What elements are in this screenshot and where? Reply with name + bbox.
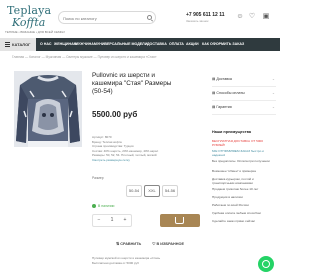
advantage-item: Удобная оплата любым способом <box>212 211 261 215</box>
divider <box>212 114 276 115</box>
menu-icon <box>5 42 10 47</box>
sidebar-row-delivery[interactable]: ▤ Доставка ⌄ <box>212 77 275 81</box>
stock-dot-icon <box>92 204 96 209</box>
size-table-link[interactable]: Смотреть размерную сетку <box>92 158 178 163</box>
nav-item-universal[interactable]: УНИВЕРСАЛЬНЫЕ МОДЕЛИ <box>97 38 147 51</box>
user-icon[interactable]: ☺ <box>236 13 244 21</box>
sweater-illustration <box>14 71 82 147</box>
product-price: 5500.00 руб <box>92 110 138 119</box>
sidebar-row-label: Способы оплаты <box>216 91 245 95</box>
advantages-title: Наши преимущества <box>212 130 251 134</box>
advantage-item: Работаем по всей России <box>212 203 249 207</box>
advantage-item: Без предоплаты. Оплата при получении <box>212 159 270 163</box>
nav-item-delivery[interactable]: ДОСТАВКА <box>147 38 167 51</box>
sidebar-row-guarantee[interactable]: ▤ Гарантия ⌄ <box>212 105 275 109</box>
advantage-item: Сделайте заказ прямо сейчас <box>212 219 256 223</box>
advantage-item: Продукция в наличии <box>212 195 243 199</box>
header-phone[interactable]: +7 905 611 12 11 <box>186 12 225 18</box>
stock-status: В наличии <box>92 204 115 209</box>
product-image[interactable] <box>14 71 82 147</box>
size-option[interactable]: 54-56 <box>162 185 178 197</box>
nav-item-payment[interactable]: ОПЛАТА <box>169 38 184 51</box>
compare-button[interactable]: ⇅ СРАВНИТЬ <box>116 241 141 246</box>
heart-icon[interactable]: ♡ <box>248 13 256 21</box>
nav-item-men[interactable]: МУЖЧИНАМ <box>75 38 97 51</box>
qty-plus-button[interactable]: + <box>119 215 131 226</box>
cart-icon[interactable]: ▣ <box>262 13 270 21</box>
sidebar-row-label: Доставка <box>216 77 232 81</box>
description-sub: Бесплатная доставка от 5000 руб <box>92 260 139 265</box>
main-nav: КАТАЛОГ О НАС ЖЕНЩИНАМ МУЖЧИНАМ УНИВЕРСА… <box>0 38 280 51</box>
product-properties: Артикул: 8070 Бренд: Теплая кофта Страна… <box>92 135 178 163</box>
search-icon[interactable] <box>147 15 152 20</box>
logo-text-line2: Koffta <box>12 16 46 29</box>
advantage-item[interactable]: МЫ ОТПРАВЛЯЕМ ЗАКАЗ быстро и надежно! <box>212 149 276 158</box>
qty-value[interactable]: 1 <box>106 215 118 226</box>
size-option[interactable]: 50-54 <box>126 185 142 197</box>
compare-label: СРАВНИТЬ <box>120 242 142 246</box>
favorite-button[interactable]: ♡ В ИЗБРАННОЕ <box>152 241 184 246</box>
quantity-stepper: − 1 + <box>92 214 132 227</box>
nav-item-sales[interactable]: АКЦИИ <box>186 38 199 51</box>
size-option-selected[interactable]: XXL <box>144 185 160 197</box>
divider <box>212 86 276 87</box>
search-box <box>58 11 156 24</box>
nav-item-about[interactable]: О НАС <box>40 38 52 51</box>
advantage-item: БЕСПЛАТНАЯ ДОСТАВКА ОТ 5000 РУБЛЕЙ! <box>212 139 263 148</box>
favorite-label: В ИЗБРАННОЕ <box>156 242 185 246</box>
cart-icon <box>175 217 184 224</box>
breadcrumb[interactable]: Главная — Каталог — Мужчинам — Свитеры м… <box>12 55 157 59</box>
qty-minus-button[interactable]: − <box>93 215 105 226</box>
site-logo[interactable]: Teplaya Koffta ТЕПЛЫЕ • ВЯЗАНЫЕ • ДЛЯ ВС… <box>4 3 65 35</box>
catalog-label: КАТАЛОГ <box>12 42 31 47</box>
sidebar-row-label: Гарантия <box>216 105 232 109</box>
chevron-down-icon: ⌄ <box>272 91 276 95</box>
divider <box>212 100 276 101</box>
search-input[interactable] <box>63 13 145 23</box>
callback-link[interactable]: Заказать звонок <box>186 19 208 23</box>
advantage-item: Возможен "обмен" и примерка <box>212 169 256 173</box>
whatsapp-chat-icon[interactable] <box>258 256 274 272</box>
sidebar-row-payment[interactable]: ▤ Способы оплаты ⌄ <box>212 91 275 95</box>
catalog-button[interactable]: КАТАЛОГ <box>0 38 36 51</box>
product-title: Pullovnic из шерсти и кашемира "Стая" Ра… <box>92 72 172 95</box>
product-description: Пуловер мужской из шерсти и кашемира «Ст… <box>92 256 182 265</box>
nav-item-women[interactable]: ЖЕНЩИНАМ <box>54 38 77 51</box>
nav-item-how-to-order[interactable]: КАК ОФОРМИТЬ ЗАКАЗ <box>202 38 244 51</box>
stock-label: В наличии <box>98 204 115 208</box>
logo-tagline: ТЕПЛЫЕ • ВЯЗАНЫЕ • ДЛЯ ВСЕЙ СЕМЬИ <box>5 30 65 34</box>
chevron-down-icon: ⌄ <box>272 77 276 81</box>
add-to-cart-button[interactable] <box>160 214 200 227</box>
chevron-down-icon: ⌄ <box>272 105 276 109</box>
size-label: Размер <box>92 176 104 180</box>
advantage-item: Доставка курьером, почтой и транспортным… <box>212 177 254 186</box>
advantage-item: Продаем трикотаж более 10 лет <box>212 187 259 191</box>
